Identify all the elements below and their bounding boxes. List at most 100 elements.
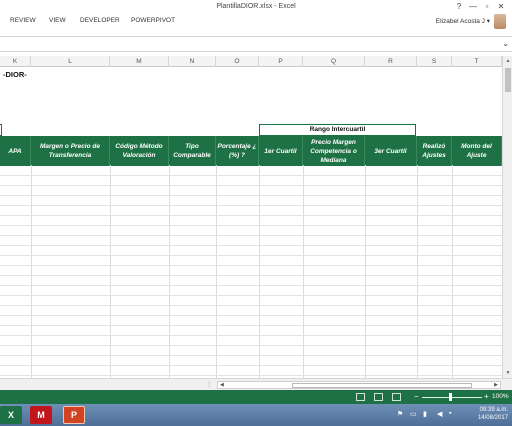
grid-line [0, 305, 502, 306]
grid-line [417, 165, 418, 378]
keyboard-icon[interactable]: ▪ [449, 410, 451, 417]
header-tipo-comparable[interactable]: Tipo Comparable [169, 136, 216, 166]
grid-line [31, 165, 32, 378]
horizontal-scrollbar[interactable]: ◀ ▶ [217, 381, 501, 389]
column-header-s[interactable]: S [417, 56, 452, 67]
header-3er-cuartil[interactable]: 3er Cuartil [365, 136, 417, 166]
grid-line [0, 265, 502, 266]
table-header-row: APA Margen o Precio de Transferencia Cód… [0, 136, 502, 166]
header-codigo-metodo[interactable]: Código Método Valoración [110, 136, 169, 166]
grid-line [259, 165, 260, 378]
more-sheets-icon[interactable]: ⋮ [206, 381, 212, 388]
grid-line [0, 335, 502, 336]
network-icon[interactable]: ▮ [423, 410, 427, 418]
grid-line [452, 165, 453, 378]
grid-line [0, 225, 502, 226]
column-header-o[interactable]: O [216, 56, 259, 67]
expand-formula-bar-icon[interactable]: ⌄ [502, 39, 509, 48]
powerpoint-taskbar-icon[interactable]: P [63, 406, 85, 424]
header-monto-ajuste[interactable]: Monto del Ajuste [452, 136, 502, 166]
grid-line [0, 195, 502, 196]
grid-line [0, 325, 502, 326]
grid-line [0, 285, 502, 286]
title-bar: PlantillaDIOR.xlsx - Excel ? — ▫ ✕ [0, 0, 512, 14]
scroll-up-icon[interactable]: ▲ [503, 58, 512, 64]
column-header-r[interactable]: R [365, 56, 417, 67]
worksheet-grid[interactable]: -DIOR- Rango Intercuartil APA Margen o P… [0, 67, 502, 378]
horizontal-scroll-thumb[interactable] [292, 383, 472, 388]
bordered-cell[interactable] [0, 124, 2, 136]
grid-line [0, 235, 502, 236]
close-button[interactable]: ✕ [494, 1, 508, 12]
tab-view[interactable]: VIEW [49, 17, 66, 24]
avatar[interactable] [494, 14, 506, 29]
column-header-n[interactable]: N [169, 56, 216, 67]
battery-icon[interactable]: ▭ [410, 410, 417, 418]
header-precio-mediana[interactable]: Precio Margen Competencia o Mediana [303, 136, 365, 166]
grid-line [0, 315, 502, 316]
header-apa[interactable]: APA [0, 136, 31, 166]
page-break-preview-icon[interactable] [392, 393, 401, 401]
column-header-t[interactable]: T [452, 56, 502, 67]
column-header-l[interactable]: L [31, 56, 110, 67]
tab-review[interactable]: REVIEW [10, 17, 36, 24]
grid-line [0, 205, 502, 206]
scroll-right-icon[interactable]: ▶ [494, 382, 498, 388]
column-header-p[interactable]: P [259, 56, 303, 67]
vertical-scroll-thumb[interactable] [505, 68, 511, 92]
sheet-tabs-row: ⋮ ◀ ▶ [0, 378, 512, 390]
tab-developer[interactable]: DEVELOPER [80, 17, 120, 24]
zoom-level[interactable]: 100% [492, 393, 509, 400]
status-bar: − + 100% [0, 390, 512, 404]
minimize-button[interactable]: — [466, 1, 480, 12]
volume-icon[interactable]: ◀ [437, 410, 442, 418]
grid-line [365, 165, 366, 378]
vertical-scrollbar[interactable]: ▲ ▼ [502, 56, 512, 378]
header-realizo-ajustes[interactable]: Realizó Ajustes [417, 136, 452, 166]
zoom-slider[interactable] [422, 397, 482, 398]
scroll-down-icon[interactable]: ▼ [503, 370, 512, 376]
grid-line [0, 345, 502, 346]
column-header-k[interactable]: K [0, 56, 31, 67]
header-porcentaje[interactable]: Porcentaje ¿ (%) ? [216, 136, 259, 166]
normal-view-icon[interactable] [356, 393, 365, 401]
dior-label[interactable]: -DIOR- [3, 70, 27, 79]
zoom-out-button[interactable]: − [414, 392, 419, 401]
column-header-m[interactable]: M [110, 56, 169, 67]
grid-line [0, 185, 502, 186]
grid-line [0, 275, 502, 276]
clock-date: 14/08/2017 [477, 415, 508, 421]
mcafee-taskbar-icon[interactable]: M [30, 406, 52, 424]
column-header-q[interactable]: Q [303, 56, 365, 67]
zoom-slider-thumb[interactable] [449, 393, 452, 401]
grid-line [0, 375, 502, 376]
grid-line [0, 295, 502, 296]
grid-line [169, 165, 170, 378]
zoom-in-button[interactable]: + [484, 392, 489, 401]
clock[interactable]: 09:39 a.m. 14/08/2017 [478, 406, 508, 422]
header-margen-precio[interactable]: Margen o Precio de Transferencia [31, 136, 110, 166]
flag-icon[interactable]: ⚑ [397, 410, 403, 418]
help-button[interactable]: ? [452, 1, 466, 12]
window-title: PlantillaDIOR.xlsx - Excel [216, 3, 296, 10]
grid-line [0, 215, 502, 216]
user-account[interactable]: Elizabel Acosta J ▾ [436, 17, 490, 25]
tab-powerpivot[interactable]: POWERPIVOT [131, 17, 175, 24]
header-1er-cuartil[interactable]: 1er Cuartil [259, 136, 303, 166]
grid-line [0, 175, 502, 176]
grid-line [303, 165, 304, 378]
grid-line [0, 355, 502, 356]
maximize-button[interactable]: ▫ [480, 1, 494, 12]
user-name: Elizabel Acosta J [435, 18, 485, 25]
rango-intercuartil-header[interactable]: Rango Intercuartil [259, 124, 416, 136]
grid-line [216, 165, 217, 378]
grid-line [110, 165, 111, 378]
formula-bar[interactable]: ⌄ [0, 36, 512, 52]
scroll-left-icon[interactable]: ◀ [220, 382, 224, 388]
page-layout-icon[interactable] [374, 393, 383, 401]
grid-line [0, 255, 502, 256]
grid-line [0, 245, 502, 246]
chevron-down-icon: ▾ [486, 18, 490, 25]
excel-taskbar-icon[interactable]: X [0, 406, 22, 424]
grid-line [0, 365, 502, 366]
